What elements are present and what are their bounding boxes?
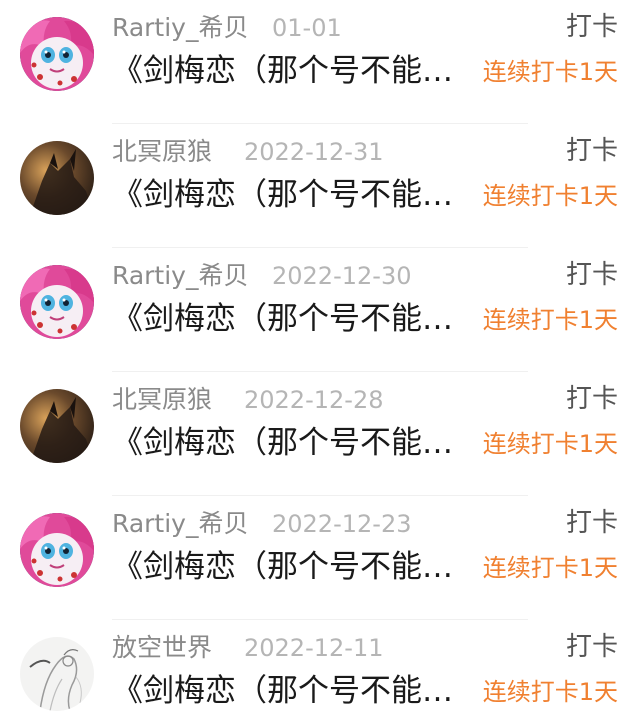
book-title[interactable]: 《剑梅恋（那个号不能… bbox=[112, 50, 474, 92]
book-title[interactable]: 《剑梅恋（那个号不能… bbox=[112, 422, 474, 464]
streak-badge: 连续打卡1天 bbox=[482, 430, 618, 458]
checkin-row[interactable]: Rartiy_希贝 2022-12-30 打卡《剑梅恋（那个号不能… 连续打卡1天 bbox=[0, 248, 640, 372]
checkin-date: 01-01 bbox=[272, 14, 342, 42]
checkin-label: 打卡 bbox=[565, 384, 618, 414]
avatar[interactable] bbox=[20, 637, 94, 711]
checkin-row[interactable]: 北冥原狼 2022-12-28 打卡《剑梅恋（那个号不能… 连续打卡1天 bbox=[0, 372, 640, 496]
checkin-list: Rartiy_希贝 01-01 打卡 《剑梅恋（那个号不能… 连续打卡1天 北冥原狼 20… bbox=[0, 0, 640, 714]
username[interactable]: 北冥原狼 bbox=[112, 136, 212, 168]
streak-badge: 连续打卡1天 bbox=[482, 554, 618, 582]
checkin-date: 2022-12-11 bbox=[244, 634, 384, 662]
book-title[interactable]: 《剑梅恋（那个号不能… bbox=[112, 298, 474, 340]
checkin-label: 打卡 bbox=[565, 136, 618, 166]
username[interactable]: Rartiy_希贝 bbox=[112, 260, 248, 292]
checkin-label: 打卡 bbox=[565, 508, 618, 538]
avatar[interactable] bbox=[20, 17, 94, 91]
checkin-row[interactable]: Rartiy_希贝 01-01 打卡《剑梅恋（那个号不能… 连续打卡1天 bbox=[0, 0, 640, 124]
username[interactable]: Rartiy_希贝 bbox=[112, 12, 248, 44]
checkin-date: 2022-12-30 bbox=[272, 262, 412, 290]
streak-badge: 连续打卡1天 bbox=[482, 306, 618, 334]
streak-badge: 连续打卡1天 bbox=[482, 58, 618, 86]
streak-badge: 连续打卡1天 bbox=[482, 182, 618, 210]
checkin-row[interactable]: 放空世界 2022-12-11 打卡《剑梅恋（那个号不能… 连续打卡1天 bbox=[0, 620, 640, 714]
avatar[interactable] bbox=[20, 389, 94, 463]
checkin-date: 2022-12-23 bbox=[272, 510, 412, 538]
book-title[interactable]: 《剑梅恋（那个号不能… bbox=[112, 546, 474, 588]
book-title[interactable]: 《剑梅恋（那个号不能… bbox=[112, 670, 474, 712]
checkin-label: 打卡 bbox=[565, 632, 618, 662]
avatar[interactable] bbox=[20, 513, 94, 587]
checkin-date: 2022-12-28 bbox=[244, 386, 384, 414]
checkin-date: 2022-12-31 bbox=[244, 138, 384, 166]
checkin-row[interactable]: 北冥原狼 2022-12-31 打卡《剑梅恋（那个号不能… 连续打卡1天 bbox=[0, 124, 640, 248]
username[interactable]: 放空世界 bbox=[112, 632, 212, 664]
checkin-label: 打卡 bbox=[565, 12, 618, 42]
book-title[interactable]: 《剑梅恋（那个号不能… bbox=[112, 174, 474, 216]
avatar[interactable] bbox=[20, 265, 94, 339]
streak-badge: 连续打卡1天 bbox=[482, 678, 618, 706]
checkin-label: 打卡 bbox=[565, 260, 618, 290]
username[interactable]: 北冥原狼 bbox=[112, 384, 212, 416]
checkin-row[interactable]: Rartiy_希贝 2022-12-23 打卡《剑梅恋（那个号不能… 连续打卡1天 bbox=[0, 496, 640, 620]
username[interactable]: Rartiy_希贝 bbox=[112, 508, 248, 540]
avatar[interactable] bbox=[20, 141, 94, 215]
